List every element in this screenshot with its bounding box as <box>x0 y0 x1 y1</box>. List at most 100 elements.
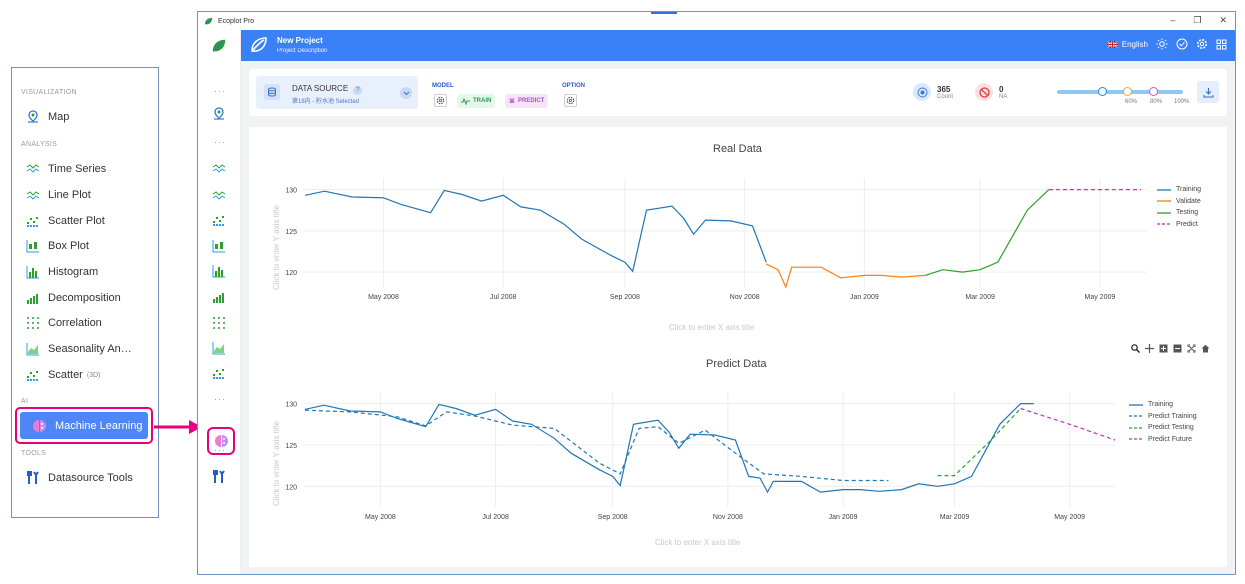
sidebar-item-map[interactable]: Map <box>26 109 69 125</box>
legend-item-predict[interactable]: Predict <box>1157 219 1201 231</box>
map-pin-icon[interactable] <box>211 106 227 122</box>
legend-swatch <box>1157 200 1171 202</box>
slider-label-60: 60% <box>1125 99 1138 105</box>
sidebar-item-seasonality[interactable]: Seasonality An… <box>26 341 132 357</box>
legend-item-predict-future[interactable]: Predict Future <box>1129 434 1197 446</box>
correlation-icon <box>26 316 40 330</box>
uk-flag-icon <box>1106 40 1118 48</box>
project-title[interactable]: New Project <box>277 36 323 45</box>
split-slider[interactable] <box>1057 87 1183 96</box>
sidebar-item-correlation[interactable]: Correlation <box>26 315 102 331</box>
sidebar-item-label: Machine Learning <box>55 419 143 432</box>
validate-split-handle[interactable] <box>1123 87 1133 96</box>
time-series-icon <box>26 162 40 176</box>
section-ai: AI <box>21 398 29 405</box>
help-badge[interactable]: ? <box>353 86 363 95</box>
legend-swatch <box>1129 415 1143 417</box>
box-plot-icon <box>26 239 40 253</box>
restore-icon[interactable]: ❐ <box>1193 15 1201 26</box>
real-data-chart[interactable]: May 2008 Jul 2008 Sep 2008 Nov 2008 Jan 2009… <box>249 127 1227 337</box>
more-dots-icon[interactable]: ··· <box>214 445 226 455</box>
scatter-plot-icon[interactable] <box>211 212 227 228</box>
train-split-handle[interactable] <box>1098 87 1108 96</box>
grid-icon[interactable] <box>1216 39 1227 50</box>
seasonality-icon[interactable] <box>211 340 227 356</box>
legend-label: Training <box>1148 401 1174 409</box>
line-plot-icon[interactable] <box>211 187 227 203</box>
sidebar-item-label: Time Series <box>48 163 107 175</box>
datasource-selector[interactable]: DATA SOURCE ? 第18内 - 貯水池 Selected <box>256 76 418 109</box>
predict-button[interactable]: ⌘ PREDICT <box>505 94 549 108</box>
highlight-frame-machine-learning: Machine Learning <box>15 407 153 444</box>
charts-panel: Real Data Predict Data Click to enter Y … <box>249 127 1227 567</box>
y-tick-label: 120 <box>285 484 297 491</box>
sun-icon[interactable] <box>1156 38 1168 50</box>
count-stat: 365 Count <box>913 83 953 101</box>
legend-item-testing[interactable]: Testing <box>1157 207 1201 219</box>
x-tick-label: Mar 2009 <box>940 514 970 521</box>
option-settings-icon[interactable] <box>564 94 577 107</box>
sidebar-item-machine-learning[interactable]: Machine Learning <box>20 412 148 439</box>
time-series-icon[interactable] <box>211 161 227 177</box>
download-button[interactable] <box>1197 81 1219 103</box>
sidebar-item-line-plot[interactable]: Line Plot <box>26 187 91 203</box>
section-tools: TOOLS <box>21 450 47 457</box>
database-icon <box>264 84 280 100</box>
sidebar-item-label: Datasource Tools <box>48 472 133 484</box>
minimize-icon[interactable]: – <box>1170 15 1175 26</box>
gear-icon[interactable] <box>1196 38 1208 50</box>
legend-label: Training <box>1176 186 1202 194</box>
sidebar-item-decomposition[interactable]: Decomposition <box>26 290 121 306</box>
close-icon[interactable]: ✕ <box>1219 15 1227 26</box>
legend-item-validate[interactable]: Validate <box>1157 196 1201 208</box>
box-plot-icon[interactable] <box>211 238 227 254</box>
sidebar-item-datasource-tools[interactable]: Datasource Tools <box>26 470 133 486</box>
decomposition-icon[interactable] <box>211 289 227 305</box>
app-logo-icon <box>211 38 227 54</box>
project-description[interactable]: Project Description <box>277 48 327 54</box>
sidebar-item-scatter-plot[interactable]: Scatter Plot <box>26 213 105 229</box>
option-label: OPTION <box>562 83 586 89</box>
sidebar-item-time-series[interactable]: Time Series <box>26 161 106 177</box>
legend-item-predict-training[interactable]: Predict Training <box>1129 411 1197 423</box>
more-dots-icon[interactable]: ··· <box>214 394 226 404</box>
model-settings-icon[interactable] <box>434 94 447 107</box>
histogram-icon[interactable] <box>211 263 227 279</box>
chevron-down-icon[interactable] <box>400 87 412 99</box>
datasource-selected: 第18内 - 貯水池 Selected <box>292 99 360 105</box>
toolbar: DATA SOURCE ? 第18内 - 貯水池 Selected MODEL … <box>249 69 1227 116</box>
y-tick-label: 125 <box>285 443 297 450</box>
x-tick-label: Jul 2008 <box>490 294 517 301</box>
app-header: New Project Project Description English <box>241 30 1235 61</box>
x-tick-label: Sep 2008 <box>598 514 628 521</box>
model-label: MODEL <box>432 83 454 89</box>
check-circle-icon[interactable] <box>1176 38 1188 50</box>
legend-label: Validate <box>1176 197 1201 205</box>
sidebar-item-scatter-3d[interactable]: Scatter (3D) <box>26 367 100 383</box>
count-label: Count <box>937 93 954 100</box>
x-tick-label: Sep 2008 <box>610 294 640 301</box>
legend-swatch <box>1157 212 1171 214</box>
language-selector[interactable]: English <box>1106 40 1148 49</box>
sidebar-item-label: Box Plot <box>48 240 89 252</box>
sidebar-item-histogram[interactable]: Histogram <box>26 264 98 280</box>
more-dots-icon[interactable]: ··· <box>214 86 226 96</box>
x-tick-label: Jul 2008 <box>482 514 509 521</box>
test-split-handle[interactable] <box>1148 87 1158 96</box>
correlation-icon[interactable] <box>211 315 227 331</box>
window-title: Ecoplot Pro <box>218 17 255 25</box>
tools-icon[interactable] <box>211 469 227 485</box>
legend-item-training[interactable]: Training <box>1129 399 1197 411</box>
sidebar-item-label: Correlation <box>48 317 102 329</box>
sidebar-item-label: Map <box>48 111 70 123</box>
legend-item-training[interactable]: Training <box>1157 184 1201 196</box>
legend-item-predict-testing[interactable]: Predict Testing <box>1129 422 1197 434</box>
line-plot-icon <box>26 188 40 202</box>
scatter-3d-icon[interactable] <box>211 365 227 381</box>
train-button[interactable]: TRAIN <box>457 94 496 108</box>
more-dots-icon[interactable]: ··· <box>214 137 226 147</box>
sidebar-item-box-plot[interactable]: Box Plot <box>26 238 89 254</box>
predict-data-chart[interactable]: May 2008 Jul 2008 Sep 2008 Nov 2008 Jan 2009… <box>249 337 1227 562</box>
y-tick-label: 130 <box>285 402 297 409</box>
decomposition-icon <box>26 291 40 305</box>
